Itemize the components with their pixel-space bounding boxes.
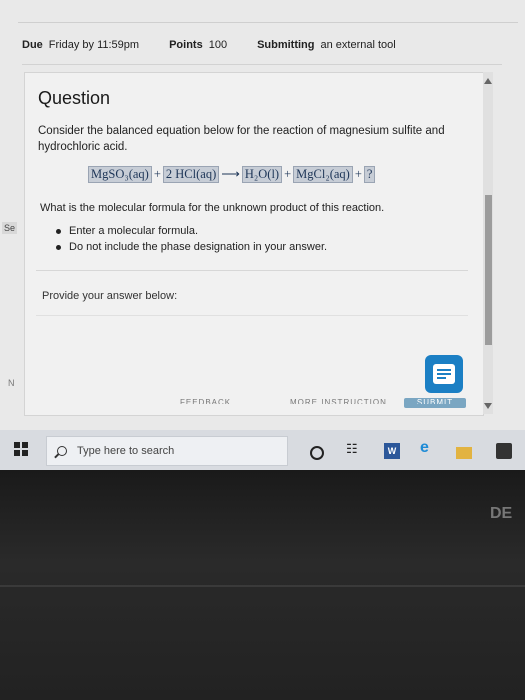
scroll-up-arrow-icon[interactable] [484,78,492,84]
chat-button[interactable] [425,355,463,393]
scroll-down-arrow-icon[interactable] [484,403,492,409]
due-label: Due [22,39,43,51]
equation-reactant-2: 2 HCl(aq) [162,165,220,183]
question-prompt: Consider the balanced equation below for… [38,125,445,153]
chemical-equation: MgSO₃(aq) + 2 HCl(aq) ⟶ H₂O(l) + MgCl₂(a… [88,165,376,183]
submitting-value: an external tool [320,39,396,51]
bezel-edge [0,585,525,587]
file-explorer-icon[interactable] [456,447,472,459]
question-title: Question [38,88,111,108]
list-item: Enter a molecular formula. [56,223,327,239]
instruction-list: Enter a molecular formula. Do not includ… [56,223,327,255]
taskbar-search-input[interactable]: Type here to search [46,436,288,466]
store-icon[interactable] [496,443,512,459]
chat-icon [433,364,455,384]
bullet-icon [56,228,61,234]
feedback-button[interactable]: FEEDBACK [180,398,231,404]
header-divider [22,64,502,65]
submit-button[interactable]: SUBMIT [404,398,466,408]
equation-unknown-product: ? [363,165,376,183]
answer-prompt: Provide your answer below: [42,290,178,302]
equation-reactant-1: MgSO₃(aq) [88,165,152,183]
section-divider [36,270,468,271]
sub-question: What is the molecular formula for the un… [40,202,385,214]
points-label: Points [169,39,203,51]
search-placeholder: Type here to search [77,445,175,457]
answer-area[interactable] [36,315,468,316]
points-value: 100 [208,39,228,51]
assignment-header: Due Friday by 11:59pm Points 100 Submitt… [22,30,502,60]
edge-browser-icon[interactable]: e [420,439,436,456]
equation-product-1: H₂O(l) [241,165,283,183]
bullet-icon [56,244,61,250]
equation-product-2: MgCl₂(aq) [293,165,353,183]
windows-start-icon[interactable] [14,442,28,456]
side-marker: N [8,378,15,388]
word-icon[interactable]: W [384,443,400,459]
more-instruction-button[interactable]: MORE INSTRUCTION [290,398,387,404]
laptop-screen: Due Friday by 11:59pm Points 100 Submitt… [0,0,525,470]
reaction-arrow-icon: ⟶ [221,166,240,181]
search-icon [57,446,67,456]
top-divider [18,22,518,23]
list-item: Do not include the phase designation in … [56,239,327,255]
task-view-icon[interactable]: ☷ [346,441,362,457]
equation-plus-3: + [354,166,362,181]
equation-plus-2: + [284,166,292,181]
due-value: Friday by 11:59pm [48,39,140,51]
equation-plus-1: + [153,166,161,181]
side-tab[interactable]: Se [2,222,18,234]
scrollbar-thumb[interactable] [485,195,492,345]
cortana-icon[interactable] [310,446,324,460]
brand-logo: DE [490,505,513,522]
submitting-label: Submitting [257,39,315,51]
